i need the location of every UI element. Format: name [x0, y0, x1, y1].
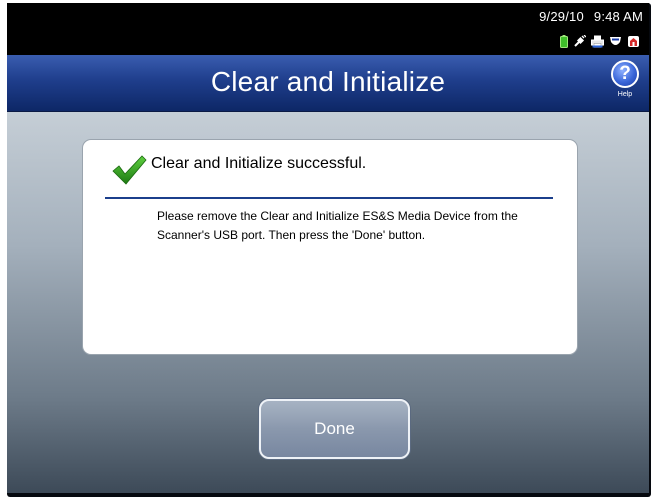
- help-label: Help: [617, 91, 633, 98]
- battery-icon: [560, 35, 568, 48]
- page-title: Clear and Initialize: [210, 66, 446, 97]
- content-area: Clear and Initialize successful. Please …: [7, 112, 649, 493]
- checkmark-icon: [111, 154, 147, 191]
- shield-icon: [609, 35, 622, 48]
- plug-icon: [573, 35, 586, 48]
- done-button[interactable]: Done: [259, 399, 410, 459]
- status-icons: [560, 35, 640, 48]
- printer-icon: [591, 35, 604, 48]
- panel-message: Please remove the Clear and Initialize E…: [157, 209, 518, 242]
- title-bar: Clear and Initialize ? Help: [7, 55, 649, 112]
- time-text: 9:48 AM: [593, 9, 643, 24]
- help-button[interactable]: ? Help: [609, 60, 641, 98]
- panel-heading: Clear and Initialize successful.: [151, 155, 367, 172]
- status-bar: 9/29/10 9:48 AM: [7, 3, 649, 55]
- date-text: 9/29/10: [539, 9, 584, 24]
- divider: [105, 197, 553, 199]
- screen: 9/29/10 9:48 AM Clear and Initialize ? H…: [7, 3, 649, 493]
- help-icon: ?: [611, 60, 639, 88]
- message-panel: Clear and Initialize successful. Please …: [83, 140, 577, 354]
- date-time: 9/29/10 9:48 AM: [539, 9, 643, 24]
- alert-icon: [627, 35, 640, 48]
